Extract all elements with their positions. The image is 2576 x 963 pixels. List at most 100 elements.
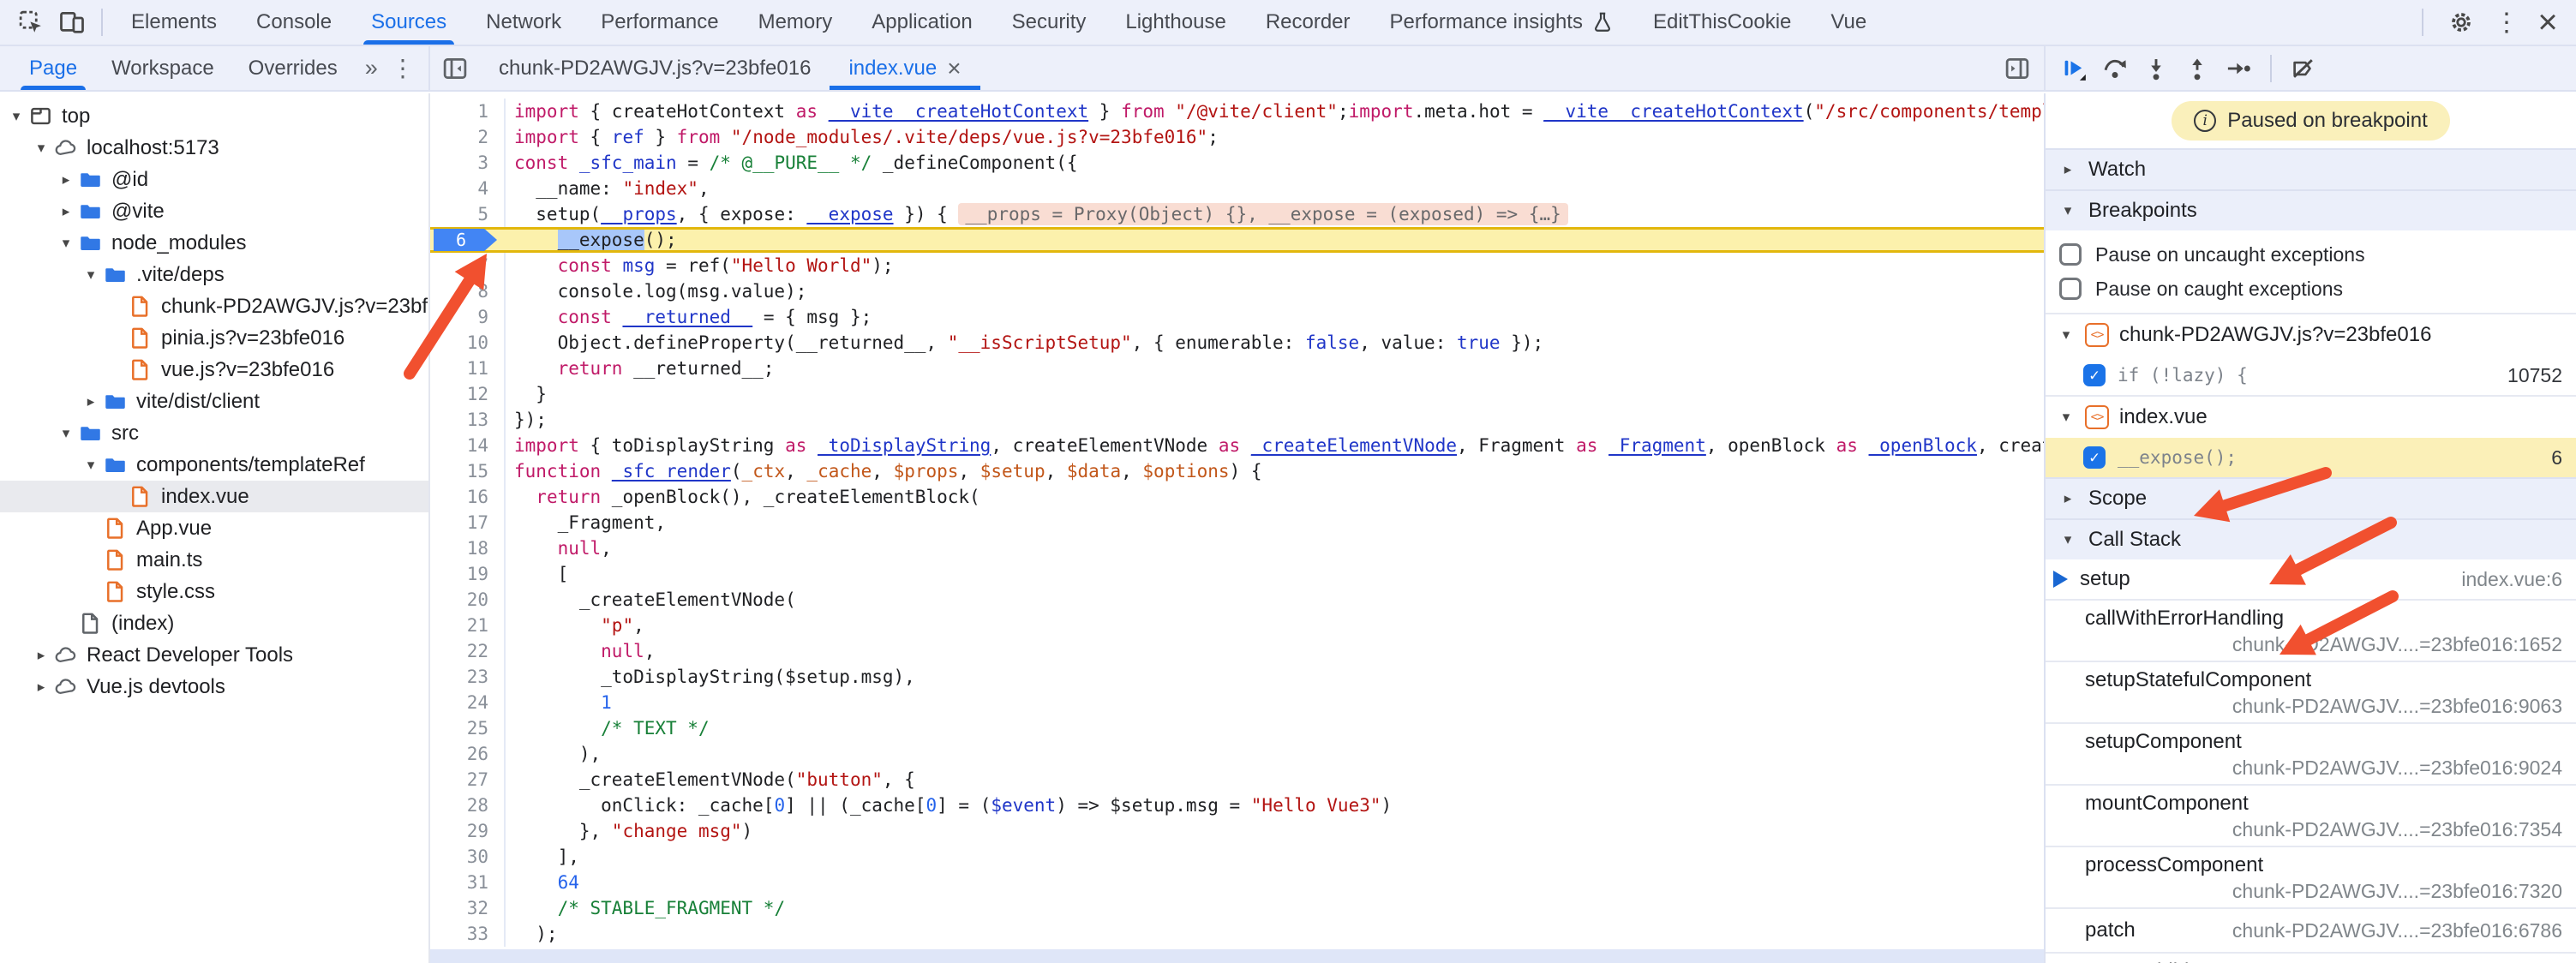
tab-recorder[interactable]: Recorder	[1246, 0, 1370, 45]
editor-tab-chunk-PD2AWGJV.js?v=23bfe016[interactable]: chunk-PD2AWGJV.js?v=23bfe016	[480, 46, 830, 90]
tree-item-chunk-PD2AWGJV.js?v=23bfe016[interactable]: chunk-PD2AWGJV.js?v=23bfe016	[0, 290, 428, 322]
editor-scrollbar-track[interactable]	[430, 949, 2044, 963]
breakpoint-entry[interactable]: ✓if (!lazy) {10752	[2046, 356, 2576, 395]
line-number-gutter[interactable]: 31	[430, 870, 506, 895]
tab-application[interactable]: Application	[852, 0, 991, 45]
step-button[interactable]	[2220, 51, 2256, 87]
checkbox[interactable]	[2059, 243, 2082, 266]
line-number-gutter[interactable]: 25	[430, 715, 506, 741]
tree-item-.vite/deps[interactable]: ▾.vite/deps	[0, 259, 428, 290]
inspect-element-icon[interactable]	[15, 6, 47, 39]
breakpoint-group-index.vue[interactable]: ▾<>index.vue	[2046, 395, 2576, 438]
line-number-gutter[interactable]: 9	[430, 304, 506, 330]
line-number-gutter[interactable]: 23	[430, 664, 506, 690]
checkbox[interactable]: ✓	[2083, 364, 2106, 386]
settings-gear-icon[interactable]	[2445, 6, 2477, 39]
tab-security[interactable]: Security	[992, 0, 1106, 45]
callstack-frame-callWithErrorHandling[interactable]: callWithErrorHandlingchunk-PD2AWGJV....=…	[2046, 601, 2576, 662]
line-number-gutter[interactable]: 14	[430, 433, 506, 458]
tree-item-App.vue[interactable]: App.vue	[0, 512, 428, 544]
tree-item-@vite[interactable]: ▸@vite	[0, 195, 428, 227]
tab-editthiscookie[interactable]: EditThisCookie	[1633, 0, 1811, 45]
callstack-frame-setupComponent[interactable]: setupComponentchunk-PD2AWGJV....=23bfe01…	[2046, 724, 2576, 786]
breakpoint-badge[interactable]: 6	[434, 229, 497, 251]
line-number-gutter[interactable]: 15	[430, 458, 506, 484]
line-number-gutter[interactable]: 11	[430, 356, 506, 381]
toggle-debugger-sidebar-icon[interactable]	[1999, 51, 2035, 87]
step-out-button[interactable]	[2179, 51, 2215, 87]
line-number-gutter[interactable]: 20	[430, 587, 506, 613]
line-number-gutter[interactable]: 19	[430, 561, 506, 587]
navigator-tab-page[interactable]: Page	[12, 46, 94, 90]
breakpoint-group-chunk-PD2AWGJV.js?v=23bfe016[interactable]: ▾<>chunk-PD2AWGJV.js?v=23bfe016	[2046, 313, 2576, 356]
line-number-gutter[interactable]: 22	[430, 638, 506, 664]
tree-item-React Developer Tools[interactable]: ▸React Developer Tools	[0, 639, 428, 671]
close-tab-icon[interactable]: ×	[947, 55, 961, 82]
line-number-gutter[interactable]: 12	[430, 381, 506, 407]
chevron-right-icon[interactable]: ▸	[55, 203, 77, 220]
breakpoint-option[interactable]: Pause on caught exceptions	[2046, 272, 2576, 306]
device-toolbar-icon[interactable]	[56, 6, 88, 39]
callstack-frame-processComponent[interactable]: processComponentchunk-PD2AWGJV....=23bfe…	[2046, 847, 2576, 909]
editor-tab-index.vue[interactable]: index.vue×	[830, 46, 979, 90]
step-over-button[interactable]	[2097, 51, 2133, 87]
tree-item-style.css[interactable]: style.css	[0, 576, 428, 607]
line-number-gutter[interactable]: 27	[430, 767, 506, 793]
line-number-gutter[interactable]: 3	[430, 150, 506, 176]
callstack-frame-setup[interactable]: setupindex.vue:6	[2046, 559, 2576, 601]
tree-item-(index)[interactable]: (index)	[0, 607, 428, 639]
tree-item-index.vue[interactable]: index.vue	[0, 481, 428, 512]
chevron-right-icon[interactable]: ▸	[80, 393, 102, 410]
tree-item-Vue.js devtools[interactable]: ▸Vue.js devtools	[0, 671, 428, 703]
line-number-gutter[interactable]: 13	[430, 407, 506, 433]
chevron-right-icon[interactable]: ▸	[30, 647, 52, 664]
chevron-down-icon[interactable]: ▾	[55, 235, 77, 252]
line-number-gutter[interactable]: 10	[430, 330, 506, 356]
chevron-right-icon[interactable]: ▸	[30, 679, 52, 696]
chevron-down-icon[interactable]: ▾	[55, 425, 77, 442]
tab-elements[interactable]: Elements	[111, 0, 237, 45]
chevron-down-icon[interactable]: ▾	[30, 140, 52, 157]
tree-item-pinia.js?v=23bfe016[interactable]: pinia.js?v=23bfe016	[0, 322, 428, 354]
line-number-gutter[interactable]: 30	[430, 844, 506, 870]
line-number-gutter[interactable]: 5	[430, 201, 506, 227]
line-number-gutter[interactable]: 29	[430, 818, 506, 844]
chevron-down-icon[interactable]: ▾	[5, 108, 27, 125]
tab-console[interactable]: Console	[237, 0, 351, 45]
more-tabs-chevron-icon[interactable]: »	[355, 55, 388, 81]
line-number-gutter[interactable]: 1	[430, 99, 506, 124]
chevron-down-icon[interactable]: ▾	[80, 457, 102, 474]
tree-item-components/templateRef[interactable]: ▾components/templateRef	[0, 449, 428, 481]
line-number-gutter[interactable]: 2	[430, 124, 506, 150]
tab-network[interactable]: Network	[466, 0, 581, 45]
breakpoints-section-header[interactable]: ▾ Breakpoints	[2046, 189, 2576, 230]
navigator-tab-overrides[interactable]: Overrides	[231, 46, 355, 90]
callstack-frame-patch[interactable]: patchchunk-PD2AWGJV....=23bfe016:6786	[2046, 909, 2576, 954]
line-number-gutter[interactable]: 16	[430, 484, 506, 510]
line-number-gutter[interactable]: 32	[430, 895, 506, 921]
navigator-tab-workspace[interactable]: Workspace	[94, 46, 231, 90]
line-number-gutter[interactable]: 21	[430, 613, 506, 638]
tab-performance[interactable]: Performance	[581, 0, 738, 45]
scope-section-header[interactable]: ▸ Scope	[2046, 477, 2576, 518]
breakpoint-option[interactable]: Pause on uncaught exceptions	[2046, 237, 2576, 272]
line-number-gutter[interactable]: 8	[430, 278, 506, 304]
line-number-gutter[interactable]: 17	[430, 510, 506, 535]
step-into-button[interactable]	[2138, 51, 2174, 87]
line-number-gutter[interactable]: 26	[430, 741, 506, 767]
tree-item-localhost:5173[interactable]: ▾localhost:5173	[0, 132, 428, 164]
tab-performance-insights[interactable]: Performance insights	[1370, 0, 1633, 45]
close-devtools-icon[interactable]: ×	[2531, 6, 2564, 39]
tab-sources[interactable]: Sources	[351, 0, 466, 45]
tree-item-@id[interactable]: ▸@id	[0, 164, 428, 195]
tree-item-node_modules[interactable]: ▾node_modules	[0, 227, 428, 259]
watch-section-header[interactable]: ▸ Watch	[2046, 148, 2576, 189]
tree-item-vite/dist/client[interactable]: ▸vite/dist/client	[0, 386, 428, 417]
navigator-more-menu-icon[interactable]: ⋮	[391, 54, 428, 82]
tab-lighthouse[interactable]: Lighthouse	[1105, 0, 1245, 45]
line-number-gutter[interactable]: 18	[430, 535, 506, 561]
resume-button[interactable]	[2056, 51, 2092, 87]
line-number-gutter[interactable]: 24	[430, 690, 506, 715]
callstack-section-header[interactable]: ▾ Call Stack	[2046, 518, 2576, 559]
toggle-navigator-icon[interactable]	[437, 51, 473, 87]
